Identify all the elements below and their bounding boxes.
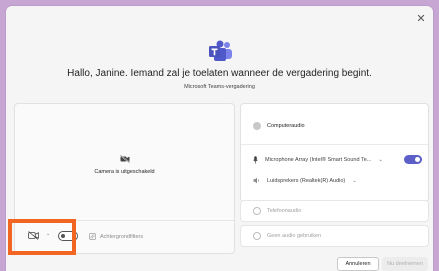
phone-audio-option[interactable]: Telefoonaudio [240, 200, 429, 222]
join-now-button[interactable]: Nu deelnemen [382, 257, 428, 271]
background-effects-icon [89, 233, 96, 240]
teams-logo-icon [209, 40, 232, 61]
camera-off-label: Camera is uitgeschakeld [94, 169, 155, 175]
toggle-knob [415, 157, 420, 162]
phone-audio-label: Telefoonaudio [267, 208, 302, 214]
microphone-toggle[interactable] [404, 155, 422, 164]
speaker-select[interactable]: Luidsprekers (Realtek(R) Audio) ⌄ [253, 177, 357, 184]
divider [241, 144, 428, 145]
microphone-icon [253, 156, 258, 164]
microphone-label: Microphone Array (Intel® Smart Sound Te.… [265, 157, 372, 163]
close-icon: ✕ [416, 13, 426, 25]
phone-audio-radio[interactable] [253, 207, 261, 215]
chevron-down-icon: ⌄ [352, 177, 357, 184]
computer-audio-label: Computeraudio [267, 123, 305, 129]
speaker-icon [253, 177, 259, 184]
no-audio-label: Geen audio gebruiken [267, 233, 322, 239]
camera-off-icon [120, 155, 130, 163]
microphone-select[interactable]: Microphone Array (Intel® Smart Sound Te.… [253, 156, 383, 164]
computer-audio-radio[interactable] [253, 122, 261, 130]
no-audio-option[interactable]: Geen audio gebruiken [240, 225, 429, 247]
speaker-label: Luidsprekers (Realtek(R) Audio) [267, 177, 346, 184]
cancel-button[interactable]: Annuleren [337, 257, 379, 271]
background-filters-button[interactable]: Achtergrondfilters [89, 233, 143, 240]
page-title: Hallo, Janine. Iemand zal je toelaten wa… [67, 68, 372, 79]
meeting-type-label: Microsoft Teams-vergadering [184, 84, 255, 90]
background-filters-label: Achtergrondfilters [100, 233, 144, 240]
no-audio-radio[interactable] [253, 232, 261, 240]
computer-audio-option[interactable]: Computeraudio Microphone Array (Intel® S… [240, 103, 429, 202]
close-button[interactable]: ✕ [415, 13, 427, 25]
highlight-box [8, 219, 76, 255]
chevron-down-icon: ⌄ [378, 157, 383, 163]
